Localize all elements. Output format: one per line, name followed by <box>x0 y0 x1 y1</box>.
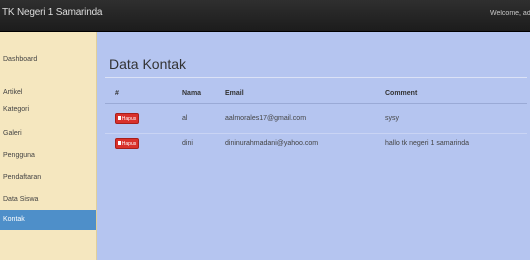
column-header-number: # <box>115 90 119 97</box>
table-header-divider <box>105 103 527 104</box>
column-header-nama: Nama <box>182 90 202 97</box>
main-content: Data Kontak # Nama Email Comment Hapus a… <box>97 32 530 260</box>
delete-button-label: Hapus <box>121 141 137 147</box>
delete-button[interactable]: Hapus <box>115 138 139 149</box>
table-cell-email: dininurahmadani@yahoo.com <box>225 140 319 147</box>
trash-icon <box>117 140 121 145</box>
column-header-comment: Comment <box>385 90 418 97</box>
table-cell-comment: hallo tk negeri 1 samarinda <box>385 140 470 147</box>
trash-icon <box>117 115 121 120</box>
title-divider <box>105 77 527 78</box>
sidebar-item-kategori[interactable]: Kategori <box>0 106 96 113</box>
table-row-divider <box>105 133 527 134</box>
sidebar-item-pengguna[interactable]: Pengguna <box>0 152 96 159</box>
top-navbar: TK Negeri 1 Samarinda Welcome, admin <box>0 0 530 32</box>
sidebar-item-artikel[interactable]: Artikel <box>0 89 96 96</box>
sidebar-item-data-siswa[interactable]: Data Siswa <box>0 196 96 203</box>
sidebar-item-kontak[interactable]: Kontak <box>0 210 96 230</box>
page-title: Data Kontak <box>109 56 187 72</box>
sidebar: Dashboard Artikel Kategori Galeri Penggu… <box>0 32 97 260</box>
table-cell-comment: sysy <box>385 115 399 122</box>
welcome-user[interactable]: Welcome, admin <box>490 10 530 17</box>
sidebar-item-galeri[interactable]: Galeri <box>0 130 96 137</box>
table-cell-email: aalmorales17@gmail.com <box>225 115 307 122</box>
delete-button[interactable]: Hapus <box>115 113 139 124</box>
table-cell-nama: al <box>182 115 188 122</box>
table-cell-nama: dini <box>182 140 193 147</box>
brand-title[interactable]: TK Negeri 1 Samarinda <box>2 7 102 18</box>
delete-button-label: Hapus <box>121 116 137 122</box>
sidebar-item-dashboard[interactable]: Dashboard <box>0 56 96 63</box>
column-header-email: Email <box>225 90 244 97</box>
sidebar-item-pendaftaran[interactable]: Pendaftaran <box>0 174 96 181</box>
